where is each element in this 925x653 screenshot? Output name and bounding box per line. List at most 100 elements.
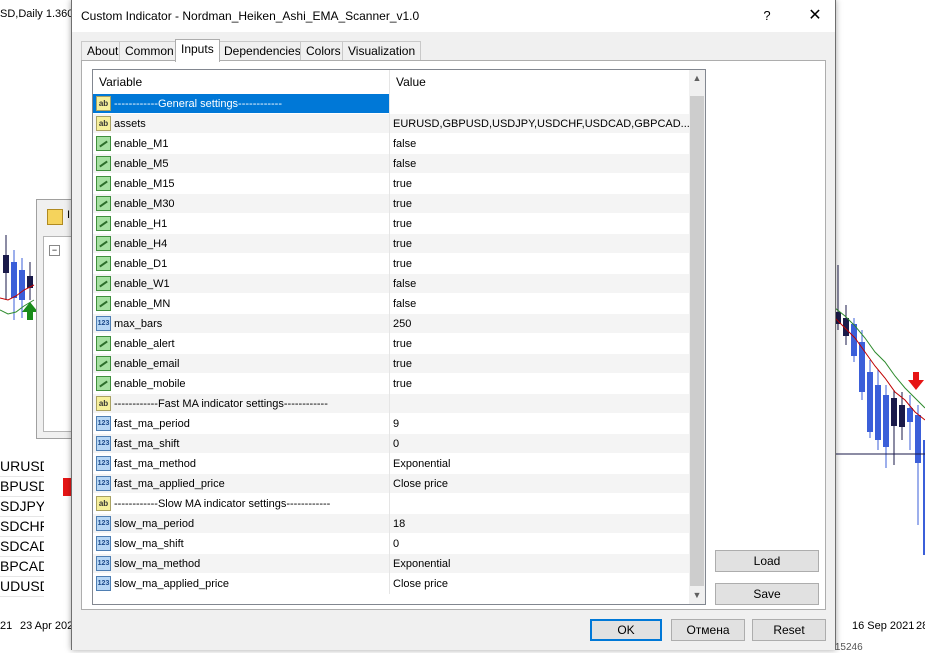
input-row[interactable]: 123 fast_ma_period 9 [93,414,689,434]
pair-label-usdcad[interactable]: SDCAD [0,536,44,557]
scroll-up-icon[interactable]: ▲ [689,70,705,87]
input-row[interactable]: enable_W1 false [93,274,689,294]
variable-value[interactable]: true [390,334,689,354]
variable-value[interactable]: false [390,134,689,154]
variable-name: enable_H4 [93,234,390,254]
tab-about[interactable]: About [81,41,125,60]
variable-name: enable_MN [93,294,390,314]
input-row[interactable]: 123 fast_ma_method Exponential [93,454,689,474]
variable-value[interactable]: false [390,294,689,314]
variable-value[interactable]: false [390,154,689,174]
variable-name: enable_M30 [93,194,390,214]
variable-value[interactable]: true [390,254,689,274]
reset-button[interactable]: Reset [752,619,826,641]
variable-value[interactable] [390,94,689,114]
collapse-icon[interactable]: − [49,245,60,256]
input-row[interactable]: enable_D1 true [93,254,689,274]
input-row[interactable]: ab ------------General settings----------… [93,94,689,114]
pair-label-gbpusd[interactable]: BPUSD [0,476,44,497]
variable-value[interactable]: 0 [390,434,689,454]
vertical-scrollbar[interactable]: ▲ ▼ [689,70,705,604]
variable-name: enable_email [93,354,390,374]
scroll-down-icon[interactable]: ▼ [689,587,705,604]
save-button[interactable]: Save [715,583,819,605]
input-row[interactable]: 123 slow_ma_period 18 [93,514,689,534]
pair-label-usdjpy[interactable]: SDJPY [0,496,44,517]
sell-arrow-icon [908,372,924,390]
variable-value[interactable]: Exponential [390,554,689,574]
variable-value[interactable]: Close price [390,474,689,494]
grid-header: Variable Value [93,70,689,95]
input-row[interactable]: 123 max_bars 250 [93,314,689,334]
variable-value[interactable] [390,394,689,414]
variable-value[interactable]: true [390,354,689,374]
column-header-value[interactable]: Value [390,70,689,94]
variable-name: enable_alert [93,334,390,354]
variable-value[interactable]: 9 [390,414,689,434]
input-row[interactable]: 123 fast_ma_applied_price Close price [93,474,689,494]
variable-value[interactable]: Close price [390,574,689,594]
variable-name: ------------Slow MA indicator settings--… [93,494,390,514]
variable-value[interactable]: false [390,274,689,294]
load-button[interactable]: Load [715,550,819,572]
variable-value[interactable]: true [390,214,689,234]
variable-name: fast_ma_period [93,414,390,434]
pair-label-gbpcad[interactable]: BPCAD [0,556,44,577]
variable-value[interactable]: true [390,174,689,194]
right-candles [834,265,925,555]
variable-name: max_bars [93,314,390,334]
column-header-variable[interactable]: Variable [93,70,390,94]
input-row[interactable]: ab ------------Slow MA indicator settings… [93,494,689,514]
variable-value[interactable]: true [390,234,689,254]
input-row[interactable]: enable_alert true [93,334,689,354]
tab-common[interactable]: Common [119,41,180,60]
input-row[interactable]: enable_MN false [93,294,689,314]
date-label: 21 [0,620,13,632]
input-row[interactable]: enable_email true [93,354,689,374]
variable-value[interactable]: 250 [390,314,689,334]
input-row[interactable]: enable_H4 true [93,234,689,254]
pair-label-usdchf[interactable]: SDCHF [0,516,44,537]
ok-button[interactable]: OK [590,619,662,641]
tab-inputs[interactable]: Inputs [175,39,220,62]
input-row[interactable]: 123 slow_ma_applied_price Close price [93,574,689,594]
pair-label-audusd[interactable]: UDUSD [0,576,44,597]
variable-name: slow_ma_period [93,514,390,534]
variable-name: enable_M5 [93,154,390,174]
date-label: 16 Sep 2021 [852,620,915,632]
input-row[interactable]: enable_M30 true [93,194,689,214]
variable-value[interactable]: Exponential [390,454,689,474]
background-dialog-title: I [67,209,71,221]
input-row[interactable]: enable_M15 true [93,174,689,194]
cancel-button[interactable]: Отмена [671,619,745,641]
tab-visualization[interactable]: Visualization [342,41,422,60]
input-row[interactable]: enable_H1 true [93,214,689,234]
variable-value[interactable]: 0 [390,534,689,554]
variable-name: fast_ma_method [93,454,390,474]
pair-label-eurusd[interactable]: URUSD [0,456,44,477]
variable-name: enable_W1 [93,274,390,294]
input-row[interactable]: ab ------------Fast MA indicator settings… [93,394,689,414]
title-bar[interactable]: Custom Indicator - Nordman_Heiken_Ashi_E… [72,0,835,32]
tab-dependencies[interactable]: Dependencies [218,41,307,60]
input-row[interactable]: 123 fast_ma_shift 0 [93,434,689,454]
variable-value[interactable]: EURUSD,GBPUSD,USDJPY,USDCHF,USDCAD,GBPCA… [390,114,689,134]
help-button[interactable]: ? [747,0,787,32]
input-row[interactable]: ab assets EURUSD,GBPUSD,USDJPY,USDCHF,USDC… [93,114,689,134]
variable-name: slow_ma_method [93,554,390,574]
variable-value[interactable]: true [390,194,689,214]
input-row[interactable]: enable_mobile true [93,374,689,394]
variable-value[interactable]: true [390,374,689,394]
variable-value[interactable] [390,494,689,514]
input-row[interactable]: enable_M5 false [93,154,689,174]
custom-indicator-dialog: Custom Indicator - Nordman_Heiken_Ashi_E… [71,0,836,650]
variable-value[interactable]: 18 [390,514,689,534]
close-button[interactable]: ✕ [795,0,835,32]
variable-name: slow_ma_applied_price [93,574,390,594]
scroll-thumb[interactable] [690,96,704,586]
input-row[interactable]: 123 slow_ma_method Exponential [93,554,689,574]
input-row[interactable]: 123 slow_ma_shift 0 [93,534,689,554]
tab-colors[interactable]: Colors [300,41,347,60]
input-row[interactable]: enable_M1 false [93,134,689,154]
variable-name: ------------Fast MA indicator settings--… [93,394,390,414]
